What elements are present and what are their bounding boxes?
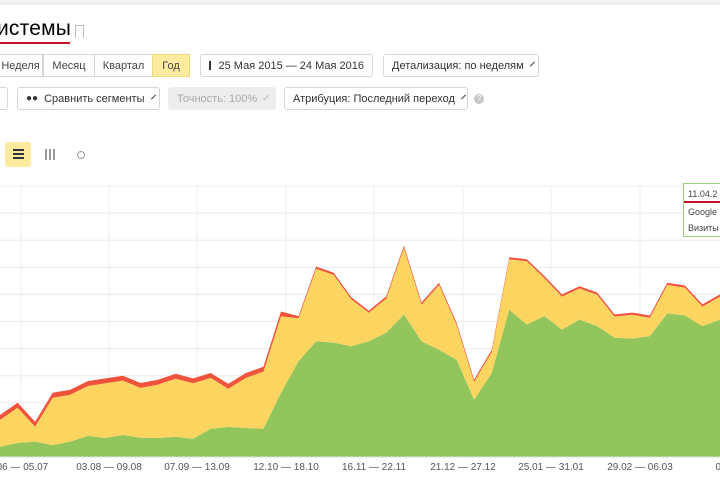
chevron-down-icon	[529, 61, 535, 67]
period-week[interactable]: Неделя	[0, 54, 43, 77]
bookmark-icon[interactable]	[75, 25, 84, 38]
chevron-down-icon	[150, 94, 156, 100]
chart-type-bar[interactable]	[37, 142, 63, 167]
detail-label: Детализация: по неделям	[392, 59, 524, 72]
x-tick-label: 12.10 — 18.10	[253, 462, 319, 473]
x-tick-label: 29.02 — 06.03	[607, 462, 673, 473]
page-title: истемы	[0, 17, 72, 40]
map-pin-icon	[77, 150, 85, 159]
period-year[interactable]: Год	[152, 54, 190, 77]
chevron-down-icon	[263, 94, 269, 100]
help-icon[interactable]: ?	[474, 94, 484, 104]
title-underline	[0, 42, 70, 44]
x-tick-label: 03.08 — 09.08	[76, 462, 142, 473]
x-tick-label: 21.12 — 27.12	[430, 462, 496, 473]
visits-chart[interactable]: .06 — 05.07 03.08 — 09.08 07.09 — 13.09 12.…	[0, 180, 720, 480]
x-tick-label: .06 — 05.07	[0, 462, 49, 473]
chart-type-map[interactable]	[68, 142, 94, 167]
binoculars-icon: ●●	[26, 93, 39, 104]
chart-tooltip: 11.04.2 Google Визиты	[683, 183, 720, 237]
x-tick-label: 07.09 — 13.09	[164, 462, 230, 473]
bar-chart-icon	[44, 149, 56, 160]
tooltip-metric: Визиты	[688, 223, 719, 233]
accuracy-dropdown: Точность: 100%	[168, 87, 276, 110]
partial-button[interactable]	[0, 87, 8, 110]
chevron-down-icon	[460, 94, 466, 100]
x-tick-label: 25.01 — 31.01	[518, 462, 584, 473]
compare-label: Сравнить сегменты	[44, 92, 145, 105]
area-chart-icon	[12, 149, 24, 160]
chart-type-area[interactable]	[5, 142, 31, 167]
tooltip-color-line	[684, 201, 720, 203]
compare-segments-button[interactable]: ●● Сравнить сегменты	[17, 87, 160, 110]
accuracy-label: Точность: 100%	[177, 92, 258, 105]
attribution-label: Атрибуция: Последний переход	[293, 92, 455, 105]
tooltip-date: 11.04.2	[688, 189, 718, 199]
x-tick-label: 04.04	[715, 462, 720, 473]
date-range-label: 25 Мая 2015 — 24 Мая 2016	[218, 59, 364, 72]
period-quarter[interactable]: Квартал	[94, 54, 153, 77]
detail-dropdown[interactable]: Детализация: по неделям	[383, 54, 539, 77]
top-bar	[0, 0, 720, 5]
calendar-icon	[209, 61, 211, 70]
attribution-dropdown[interactable]: Атрибуция: Последний переход	[284, 87, 468, 110]
period-month[interactable]: Месяц	[43, 54, 95, 77]
x-tick-label: 16.11 — 22.11	[342, 462, 407, 473]
date-range-button[interactable]: 25 Мая 2015 — 24 Мая 2016	[200, 54, 373, 77]
tooltip-source: Google	[688, 207, 718, 217]
